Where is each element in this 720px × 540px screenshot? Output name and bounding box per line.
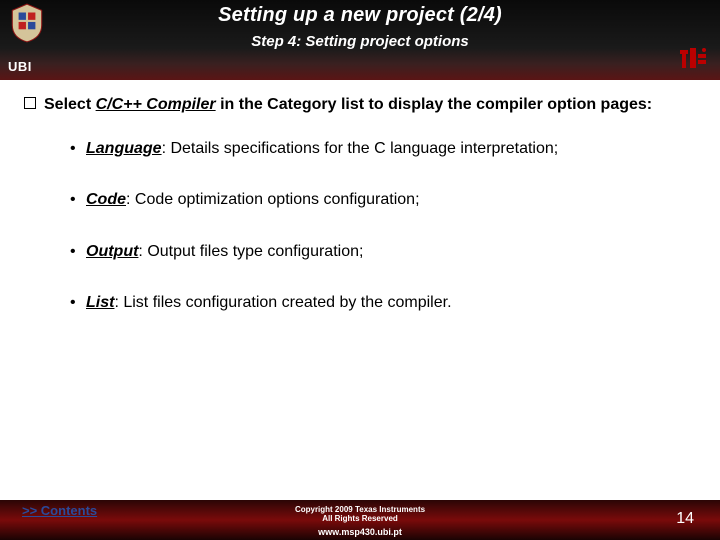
checkbox-bullet-icon bbox=[24, 97, 36, 109]
list-item: Language: Details specifications for the… bbox=[86, 138, 696, 160]
item-desc: : Details specifications for the C langu… bbox=[162, 140, 559, 157]
item-term: List bbox=[86, 294, 114, 311]
sub-list: Language: Details specifications for the… bbox=[86, 138, 696, 314]
ti-logo-icon bbox=[676, 44, 712, 76]
slide-subtitle: Step 4: Setting project options bbox=[0, 27, 720, 50]
slide-header: Setting up a new project (2/4) Step 4: S… bbox=[0, 0, 720, 80]
slide-title: Setting up a new project (2/4) bbox=[0, 0, 720, 27]
ubi-crest-icon bbox=[6, 2, 48, 44]
list-item: List: List files configuration created b… bbox=[86, 292, 696, 314]
lead-emphasis: C/C++ Compiler bbox=[96, 96, 216, 113]
copyright-line1: Copyright 2009 Texas Instruments bbox=[295, 505, 425, 514]
slide-footer: >> Contents Copyright 2009 Texas Instrum… bbox=[0, 494, 720, 540]
list-item: Code: Code optimization options configur… bbox=[86, 189, 696, 211]
item-term: Output bbox=[86, 243, 138, 260]
item-desc: : Output files type configuration; bbox=[138, 243, 363, 260]
item-desc: : List files configuration created by th… bbox=[114, 294, 451, 311]
copyright-line2: All Rights Reserved bbox=[322, 514, 398, 523]
item-term: Language bbox=[86, 140, 162, 157]
footer-url: www.msp430.ubi.pt bbox=[0, 527, 720, 537]
main-point: Select C/C++ Compiler in the Category li… bbox=[24, 94, 696, 116]
main-point-text: Select C/C++ Compiler in the Category li… bbox=[44, 94, 652, 116]
ubi-label: UBI bbox=[8, 59, 32, 74]
page-number: 14 bbox=[676, 510, 694, 528]
copyright-text: Copyright 2009 Texas Instruments All Rig… bbox=[0, 505, 720, 524]
lead-after: in the Category list to display the comp… bbox=[216, 96, 653, 113]
item-term: Code bbox=[86, 191, 126, 208]
item-desc: : Code optimization options configuratio… bbox=[126, 191, 420, 208]
list-item: Output: Output files type configuration; bbox=[86, 241, 696, 263]
lead-before: Select bbox=[44, 96, 96, 113]
slide-body: Select C/C++ Compiler in the Category li… bbox=[0, 80, 720, 314]
